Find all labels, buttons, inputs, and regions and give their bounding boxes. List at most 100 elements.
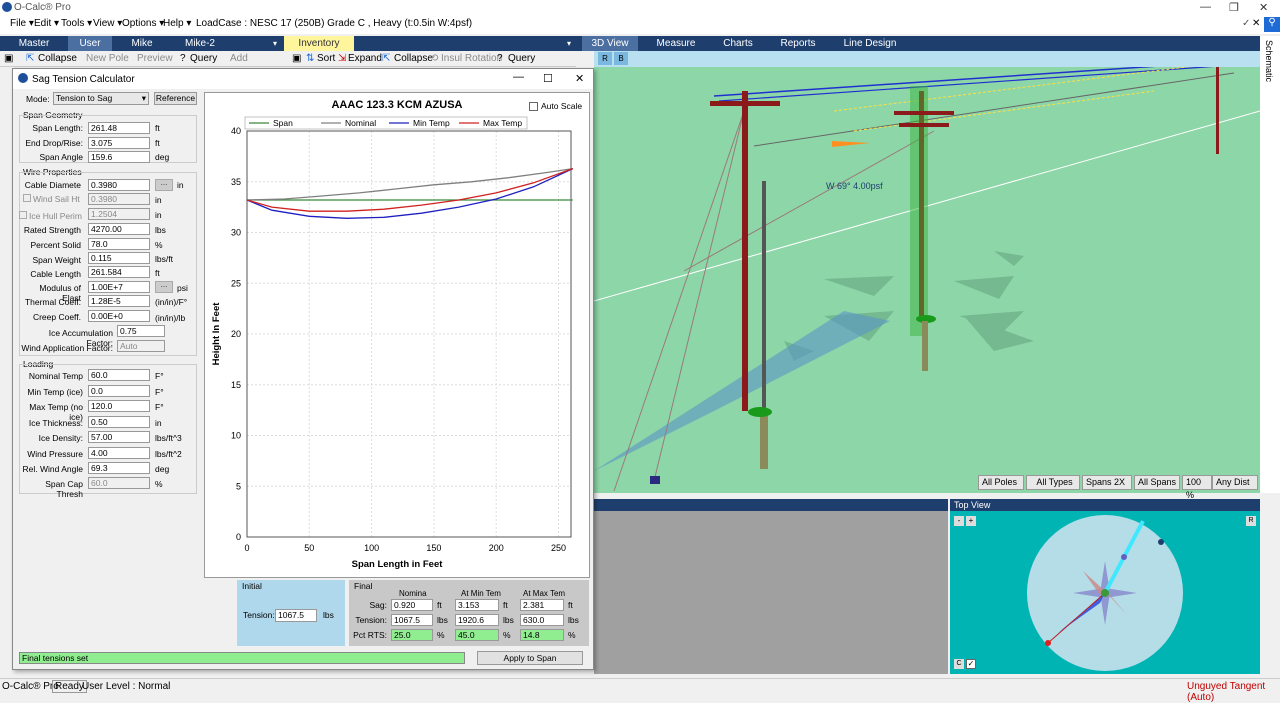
schematic-panel[interactable]: Schematic xyxy=(1260,36,1280,493)
wind-sail-input[interactable]: 0.3980 xyxy=(88,193,150,205)
c-button[interactable]: C xyxy=(954,659,964,669)
tab-mike[interactable]: Mike xyxy=(112,36,172,51)
reference-button[interactable]: Reference xyxy=(154,92,197,105)
thermal-coeff-input[interactable]: 1.28E-5 xyxy=(88,295,150,307)
tab-dropdown-icon[interactable]: ▾ xyxy=(562,36,576,51)
menu-options[interactable]: Options ▾ xyxy=(122,18,164,29)
insul-rotation-button[interactable]: Insul Rotation xyxy=(441,53,502,64)
b-button[interactable]: B xyxy=(614,52,628,65)
dist-select[interactable]: Any Dist xyxy=(1212,475,1258,490)
ice-accum-input[interactable]: 0.75 xyxy=(117,325,165,337)
zoom-out-button[interactable]: - xyxy=(954,516,964,526)
reset-button[interactable]: R xyxy=(1246,516,1256,526)
view-3d[interactable]: W 69° 4.00psf R B xyxy=(594,51,1260,493)
tab-master[interactable]: Master xyxy=(0,36,68,51)
tab-reports[interactable]: Reports xyxy=(770,36,826,51)
modulus-picker[interactable]: … xyxy=(155,281,173,293)
menu-view[interactable]: View ▾ xyxy=(93,18,122,29)
tab-dropdown-icon[interactable]: ▾ xyxy=(268,36,282,51)
collapse-button[interactable]: Collapse xyxy=(394,53,433,64)
unit: in xyxy=(155,210,162,220)
ice-density-input[interactable]: 57.00 xyxy=(88,431,150,443)
x-tick-label: 250 xyxy=(551,543,566,553)
max-temp-input[interactable]: 120.0 xyxy=(88,400,150,412)
topview-checkbox[interactable]: ✓ xyxy=(966,659,976,669)
tab-inventory[interactable]: Inventory xyxy=(284,36,354,51)
collapse-button[interactable]: Collapse xyxy=(38,53,77,64)
final-header-min: At Min Tem xyxy=(461,589,501,598)
r-button[interactable]: R xyxy=(598,52,612,65)
nav-icon[interactable]: ▣ xyxy=(4,53,13,64)
spans-mode-select[interactable]: Spans 2X xyxy=(1082,475,1132,490)
minimize-icon[interactable]: — xyxy=(1200,1,1211,13)
span-cap-input[interactable]: 60.0 xyxy=(88,477,150,489)
wind-pressure-input[interactable]: 4.00 xyxy=(88,447,150,459)
span-length-input[interactable]: 261.48 xyxy=(88,122,150,134)
chart-title: AAAC 123.3 KCM AZUSA xyxy=(331,99,462,111)
search-icon[interactable]: ⚲ xyxy=(1264,17,1280,32)
wind-sail-checkbox[interactable] xyxy=(23,194,31,202)
menu-tools[interactable]: Tools ▾ xyxy=(61,18,92,29)
tab-measure[interactable]: Measure xyxy=(648,36,704,51)
rated-strength-input[interactable]: 4270.00 xyxy=(88,223,150,235)
apply-to-span-button[interactable]: Apply to Span xyxy=(477,651,583,665)
nav-icon[interactable]: ▣ xyxy=(292,53,301,64)
zoom-in-button[interactable]: + xyxy=(966,516,976,526)
unit: % xyxy=(503,630,511,640)
nominal-temp-input[interactable]: 60.0 xyxy=(88,369,150,381)
close-icon[interactable]: ✕ xyxy=(575,72,584,85)
ice-hull-input[interactable]: 1.2504 xyxy=(88,208,150,220)
expand-button[interactable]: Expand xyxy=(348,53,382,64)
loadcase-label[interactable]: LoadCase : NESC 17 (250B) Grade C , Heav… xyxy=(196,18,472,29)
ground-marker xyxy=(748,407,772,417)
tab-line-design[interactable]: Line Design xyxy=(838,36,902,51)
tab-charts[interactable]: Charts xyxy=(710,36,766,51)
cable-diameter-picker[interactable]: … xyxy=(155,179,173,191)
add-button[interactable]: Add xyxy=(230,53,248,64)
modulus-input[interactable]: 1.00E+7 xyxy=(88,281,150,293)
tab-user[interactable]: User xyxy=(68,36,112,51)
rel-wind-angle-input[interactable]: 69.3 xyxy=(88,462,150,474)
menu-edit[interactable]: Edit ▾ xyxy=(34,18,59,29)
auto-scale-checkbox[interactable] xyxy=(529,102,538,111)
menu-help[interactable]: Help ▾ xyxy=(163,18,191,29)
menu-file[interactable]: File ▾ xyxy=(10,18,34,29)
min-temp-input[interactable]: 0.0 xyxy=(88,385,150,397)
creep-coeff-input[interactable]: 0.00E+0 xyxy=(88,310,150,322)
mode-select[interactable]: Tension to Sag ▾ xyxy=(53,92,149,105)
wind-app-input[interactable]: Auto xyxy=(117,340,165,352)
cable-length-input[interactable]: 261.584 xyxy=(88,266,150,278)
close-doc-icon[interactable]: ✕ xyxy=(1252,18,1260,29)
span-weight-input[interactable]: 0.115 xyxy=(88,252,150,264)
ice-thickness-input[interactable]: 0.50 xyxy=(88,416,150,428)
types-select[interactable]: All Types xyxy=(1026,475,1080,490)
close-icon[interactable]: ✕ xyxy=(1259,1,1268,14)
preview-button[interactable]: Preview xyxy=(137,53,173,64)
final-tension-min: 1920.6 xyxy=(455,614,499,626)
percent-solid-input[interactable]: 78.0 xyxy=(88,238,150,250)
restore-icon[interactable]: ❐ xyxy=(1229,1,1239,14)
pole-brace xyxy=(762,181,766,411)
spans-select[interactable]: All Spans xyxy=(1134,475,1180,490)
cable-diameter-input[interactable]: 0.3980 xyxy=(88,179,150,191)
initial-tension-input[interactable]: 1067.5 xyxy=(275,609,317,622)
wind-pressure-label: Wind Pressure xyxy=(27,449,83,459)
pin-icon[interactable]: ✓ xyxy=(1242,18,1250,29)
top-view-panel[interactable]: - + R C ✓ xyxy=(950,499,1260,674)
tab-3d-view[interactable]: 3D View xyxy=(582,36,638,51)
minimize-icon[interactable]: — xyxy=(513,71,524,83)
maximize-icon[interactable]: ☐ xyxy=(543,72,553,85)
tab-mike-2[interactable]: Mike-2 xyxy=(172,36,228,51)
poles-select[interactable]: All Poles xyxy=(978,475,1024,490)
unit: ft xyxy=(155,123,160,133)
sort-button[interactable]: Sort xyxy=(317,53,335,64)
query-button[interactable]: Query xyxy=(508,53,535,64)
initial-title: Initial xyxy=(242,581,262,591)
new-pole-button[interactable]: New Pole xyxy=(86,53,129,64)
end-drop-input[interactable]: 3.075 xyxy=(88,137,150,149)
ice-hull-checkbox[interactable] xyxy=(19,211,27,219)
zoom-select[interactable]: 100 % xyxy=(1182,475,1212,500)
span-angle-input[interactable]: 159.6 xyxy=(88,151,150,163)
final-tension-label: Tension: xyxy=(355,615,387,625)
query-button[interactable]: Query xyxy=(190,53,217,64)
